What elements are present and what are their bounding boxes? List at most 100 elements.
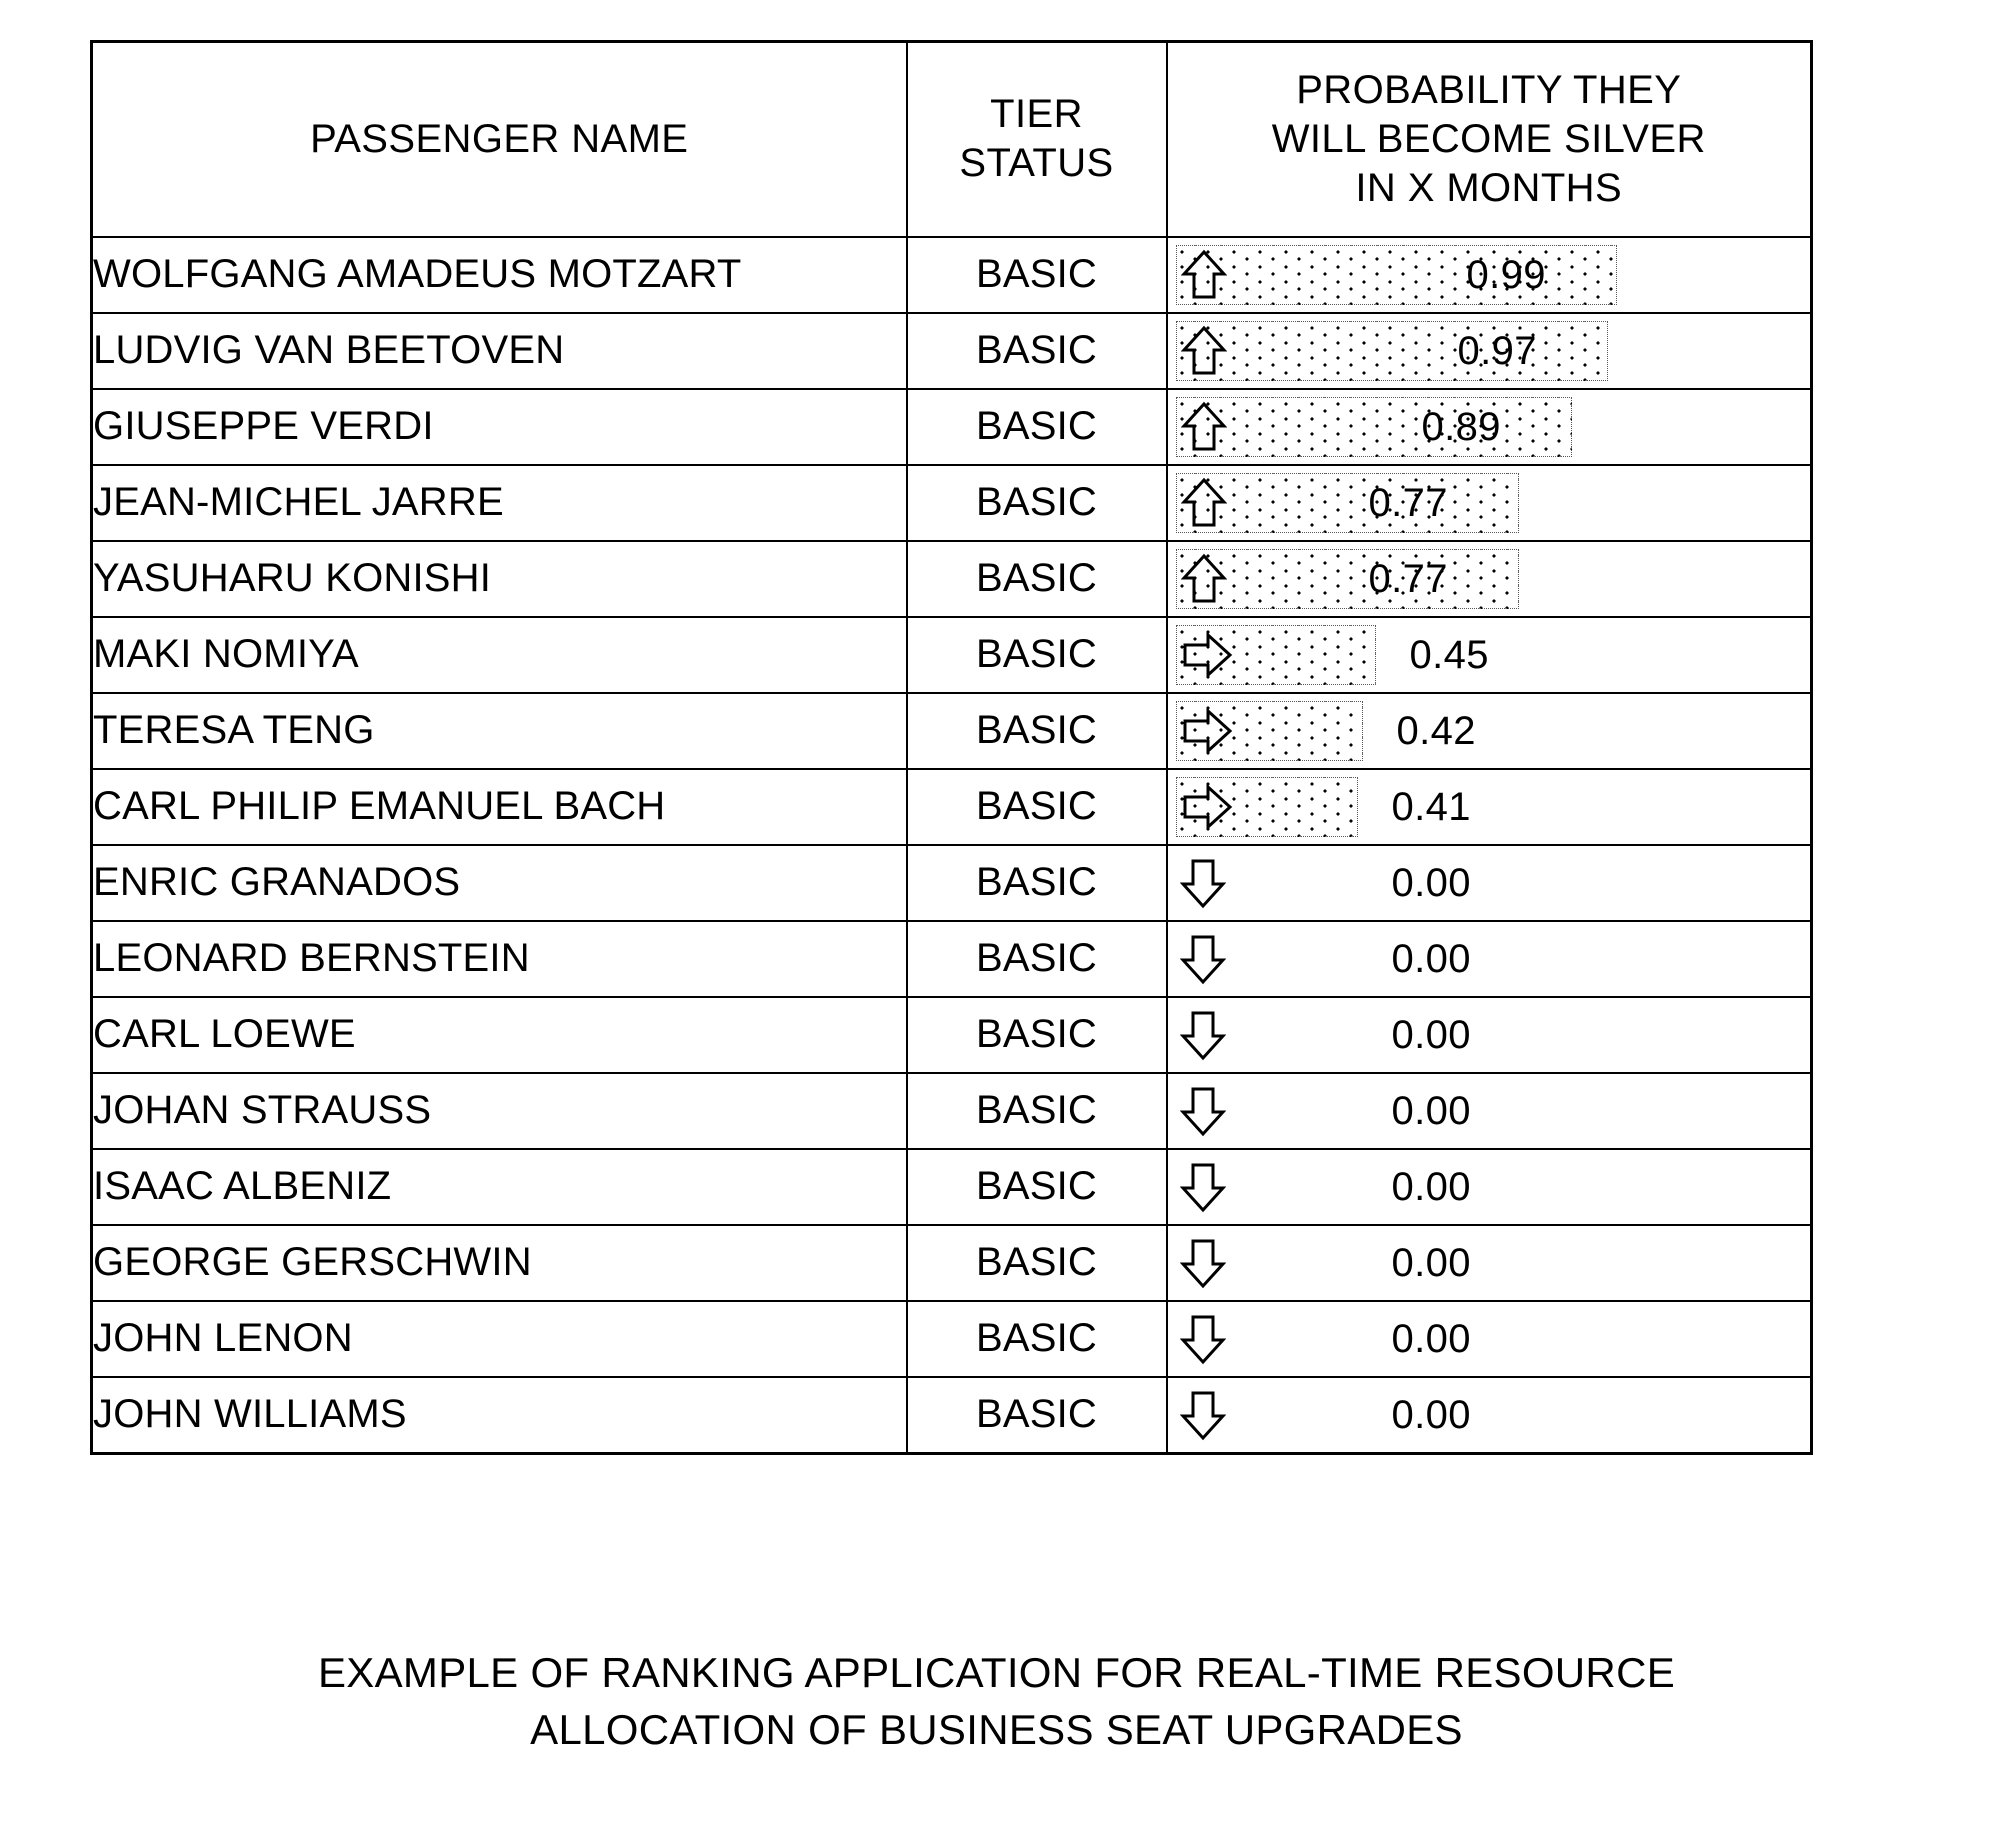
probability-gauge: 0.00 bbox=[1168, 1302, 1811, 1376]
cell-tier-status: BASIC bbox=[905, 539, 1168, 618]
table-row[interactable]: JEAN-MICHEL JARRE BASIC 0.77 bbox=[90, 463, 1813, 542]
probability-gauge: 0.99 bbox=[1168, 238, 1811, 312]
cell-probability: 0.00 bbox=[1165, 1223, 1813, 1302]
probability-bar-empty bbox=[1176, 1081, 1232, 1141]
probability-value: 0.99 bbox=[1466, 252, 1546, 297]
table-row[interactable]: LUDVIG VAN BEETOVEN BASIC 0.97 bbox=[90, 311, 1813, 390]
probability-value: 0.42 bbox=[1396, 708, 1476, 753]
cell-tier-status: BASIC bbox=[905, 387, 1168, 466]
up-arrow-icon bbox=[1180, 553, 1227, 605]
probability-gauge: 0.45 bbox=[1168, 618, 1811, 692]
cell-passenger-name: ENRIC GRANADOS bbox=[90, 843, 908, 922]
cell-probability: 0.42 bbox=[1165, 691, 1813, 770]
cell-passenger-name: TERESA TENG bbox=[90, 691, 908, 770]
up-arrow-icon bbox=[1180, 401, 1227, 453]
column-header-passenger-name: PASSENGER NAME bbox=[90, 40, 908, 238]
table-row[interactable]: JOHAN STRAUSS BASIC 0.00 bbox=[90, 1071, 1813, 1150]
probability-bar bbox=[1175, 700, 1363, 761]
table-body: WOLFGANG AMADEUS MOTZART BASIC 0.99 LUDVIG … bbox=[90, 235, 1813, 1454]
cell-tier-status: BASIC bbox=[905, 1071, 1168, 1150]
figure-caption: EXAMPLE OF RANKING APPLICATION FOR REAL-… bbox=[0, 1645, 1993, 1758]
cell-probability: 0.77 bbox=[1165, 539, 1813, 618]
column-header-tier-status-line2: STATUS bbox=[959, 141, 1114, 186]
probability-bar-empty bbox=[1176, 929, 1232, 989]
probability-bar bbox=[1175, 472, 1519, 533]
probability-bar bbox=[1175, 624, 1376, 685]
table-row[interactable]: TERESA TENG BASIC 0.42 bbox=[90, 691, 1813, 770]
cell-passenger-name: LUDVIG VAN BEETOVEN bbox=[90, 311, 908, 390]
cell-passenger-name: GIUSEPPE VERDI bbox=[90, 387, 908, 466]
cell-passenger-name: CARL LOEWE bbox=[90, 995, 908, 1074]
probability-value: 0.89 bbox=[1421, 404, 1501, 449]
down-arrow-icon bbox=[1179, 857, 1226, 909]
probability-bar-empty bbox=[1176, 1309, 1232, 1369]
cell-probability: 0.41 bbox=[1165, 767, 1813, 846]
cell-tier-status: BASIC bbox=[905, 1375, 1168, 1454]
cell-tier-status: BASIC bbox=[905, 463, 1168, 542]
probability-gauge: 0.42 bbox=[1168, 694, 1811, 768]
ranking-table-container: PASSENGER NAME TIER STATUS PROBABILITY T… bbox=[90, 40, 1813, 1455]
figure-caption-line-1: EXAMPLE OF RANKING APPLICATION FOR REAL-… bbox=[317, 1649, 1676, 1696]
table-row[interactable]: CARL PHILIP EMANUEL BACH BASIC 0.41 bbox=[90, 767, 1813, 846]
cell-tier-status: BASIC bbox=[905, 691, 1168, 770]
cell-tier-status: BASIC bbox=[905, 1223, 1168, 1302]
cell-probability: 0.97 bbox=[1165, 311, 1813, 390]
probability-gauge: 0.00 bbox=[1168, 846, 1811, 920]
cell-tier-status: BASIC bbox=[905, 235, 1168, 314]
table-row[interactable]: ISAAC ALBENIZ BASIC 0.00 bbox=[90, 1147, 1813, 1226]
cell-tier-status: BASIC bbox=[905, 767, 1168, 846]
probability-gauge: 0.00 bbox=[1168, 1150, 1811, 1224]
probability-value: 0.00 bbox=[1391, 1012, 1471, 1057]
table-row[interactable]: MAKI NOMIYA BASIC 0.45 bbox=[90, 615, 1813, 694]
probability-gauge: 0.00 bbox=[1168, 1378, 1811, 1452]
cell-probability: 0.45 bbox=[1165, 615, 1813, 694]
probability-gauge: 0.00 bbox=[1168, 1226, 1811, 1300]
table-row[interactable]: JOHN WILLIAMS BASIC 0.00 bbox=[90, 1375, 1813, 1454]
cell-tier-status: BASIC bbox=[905, 1299, 1168, 1378]
probability-value: 0.00 bbox=[1391, 1240, 1471, 1285]
ranking-table: PASSENGER NAME TIER STATUS PROBABILITY T… bbox=[90, 40, 1813, 1455]
cell-passenger-name: MAKI NOMIYA bbox=[90, 615, 908, 694]
probability-bar-empty bbox=[1176, 1233, 1232, 1293]
probability-value: 0.00 bbox=[1391, 1164, 1471, 1209]
probability-gauge: 0.77 bbox=[1168, 542, 1811, 616]
probability-value: 0.45 bbox=[1409, 632, 1489, 677]
probability-bar-empty bbox=[1176, 1005, 1232, 1065]
cell-passenger-name: JOHN WILLIAMS bbox=[90, 1375, 908, 1454]
probability-bar bbox=[1175, 776, 1358, 837]
down-arrow-icon bbox=[1179, 1161, 1226, 1213]
table-header: PASSENGER NAME TIER STATUS PROBABILITY T… bbox=[90, 40, 1813, 238]
probability-gauge: 0.00 bbox=[1168, 1074, 1811, 1148]
table-row[interactable]: YASUHARU KONISHI BASIC 0.77 bbox=[90, 539, 1813, 618]
table-row[interactable]: WOLFGANG AMADEUS MOTZART BASIC 0.99 bbox=[90, 235, 1813, 314]
down-arrow-icon bbox=[1179, 1085, 1226, 1137]
up-arrow-icon bbox=[1180, 477, 1227, 529]
table-row[interactable]: ENRIC GRANADOS BASIC 0.00 bbox=[90, 843, 1813, 922]
column-header-tier-status: TIER STATUS bbox=[905, 40, 1168, 238]
table-row[interactable]: GIUSEPPE VERDI BASIC 0.89 bbox=[90, 387, 1813, 466]
cell-passenger-name: YASUHARU KONISHI bbox=[90, 539, 908, 618]
cell-passenger-name: GEORGE GERSCHWIN bbox=[90, 1223, 908, 1302]
cell-probability: 0.89 bbox=[1165, 387, 1813, 466]
probability-value: 0.41 bbox=[1391, 784, 1471, 829]
cell-passenger-name: LEONARD BERNSTEIN bbox=[90, 919, 908, 998]
probability-bar bbox=[1175, 548, 1519, 609]
probability-value: 0.00 bbox=[1391, 936, 1471, 981]
probability-gauge: 0.41 bbox=[1168, 770, 1811, 844]
cell-tier-status: BASIC bbox=[905, 1147, 1168, 1226]
table-row[interactable]: JOHN LENON BASIC 0.00 bbox=[90, 1299, 1813, 1378]
down-arrow-icon bbox=[1179, 933, 1226, 985]
cell-probability: 0.00 bbox=[1165, 1147, 1813, 1226]
up-arrow-icon bbox=[1180, 249, 1227, 301]
probability-gauge: 0.97 bbox=[1168, 314, 1811, 388]
table-header-row: PASSENGER NAME TIER STATUS PROBABILITY T… bbox=[90, 40, 1813, 238]
column-header-tier-status-line1: TIER bbox=[990, 92, 1083, 137]
probability-gauge: 0.89 bbox=[1168, 390, 1811, 464]
table-row[interactable]: GEORGE GERSCHWIN BASIC 0.00 bbox=[90, 1223, 1813, 1302]
right-arrow-icon bbox=[1181, 783, 1233, 830]
table-row[interactable]: LEONARD BERNSTEIN BASIC 0.00 bbox=[90, 919, 1813, 998]
page-root: PASSENGER NAME TIER STATUS PROBABILITY T… bbox=[0, 0, 1993, 1845]
probability-value: 0.00 bbox=[1391, 1392, 1471, 1437]
up-arrow-icon bbox=[1180, 325, 1227, 377]
table-row[interactable]: CARL LOEWE BASIC 0.00 bbox=[90, 995, 1813, 1074]
